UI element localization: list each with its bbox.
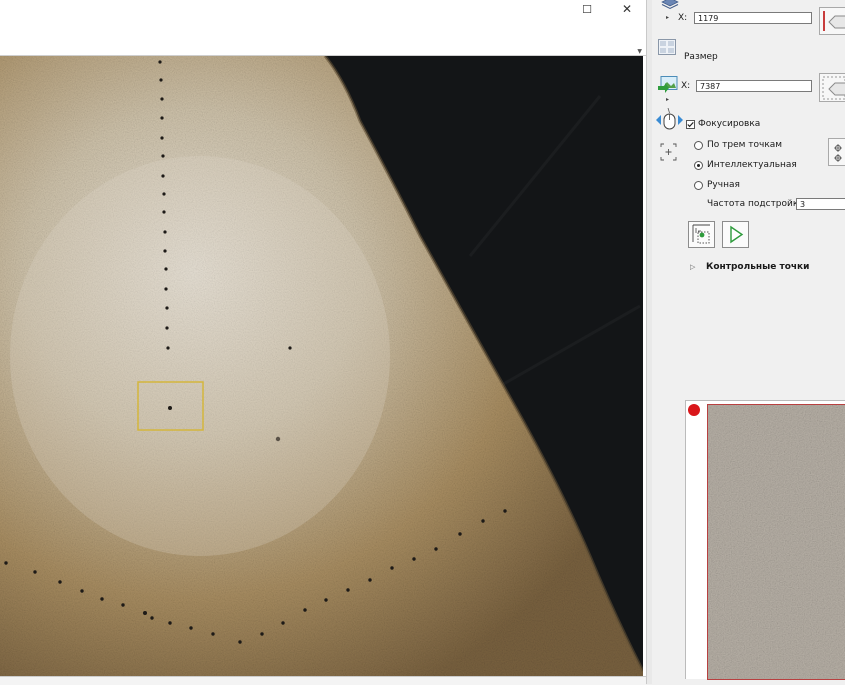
maximize-button[interactable]: ☐	[573, 0, 601, 18]
add-point-button[interactable]	[688, 221, 715, 248]
checkmark-icon	[687, 121, 694, 128]
size-grid-icon	[658, 39, 676, 55]
status-indicator-icon	[688, 404, 700, 416]
frequency-label: Частота подстройки:	[707, 199, 808, 209]
add-point-icon	[692, 224, 710, 244]
size-label: Размер	[684, 52, 718, 62]
sample-image-view[interactable]	[0, 56, 643, 676]
radio-intelligent[interactable]	[694, 161, 703, 170]
radio-manual[interactable]	[694, 181, 703, 190]
crosshair-points-icon	[834, 144, 842, 162]
main-window: ☐ ✕ ▼	[0, 0, 646, 685]
control-points-label[interactable]: Контрольные точки	[706, 262, 809, 272]
arrow-right-icon[interactable]	[677, 109, 685, 129]
focus-points-button[interactable]	[828, 138, 845, 166]
mouse-icon	[662, 107, 677, 130]
radio-three-points[interactable]	[694, 141, 703, 150]
focus-checkbox[interactable]	[686, 120, 695, 129]
option-intelligent-label: Интеллектуальная	[707, 160, 797, 170]
toolbar-area: ▼	[0, 18, 646, 56]
title-bar: ☐ ✕	[0, 0, 646, 18]
option-manual-label: Ручная	[707, 180, 740, 190]
set-position-button[interactable]	[819, 7, 845, 35]
layers-icon	[661, 0, 679, 12]
expand-marker-icon: ▸	[666, 96, 670, 103]
close-icon: ✕	[621, 2, 633, 16]
sample-image	[0, 56, 643, 676]
image-export-icon	[658, 76, 678, 93]
control-points-expander-icon[interactable]: ▷	[690, 263, 695, 271]
toolbar-overflow-icon[interactable]: ▼	[637, 48, 642, 55]
maximize-icon: ☐	[582, 2, 592, 16]
eraser-icon	[823, 11, 845, 31]
preview-panel	[685, 400, 845, 680]
preview-image[interactable]	[707, 404, 845, 680]
focus-label: Фокусировка	[698, 119, 761, 129]
close-button[interactable]: ✕	[613, 0, 641, 18]
arrow-left-icon[interactable]	[654, 109, 662, 129]
position-x-label: X:	[678, 13, 688, 23]
eraser-icon	[822, 76, 845, 100]
expand-marker-icon: ▸	[666, 14, 670, 21]
scan-x-label: X:	[681, 81, 691, 91]
settings-panel: ▸ X: 1179 Размер ▸ X: 7387 Фокусировка П…	[652, 0, 845, 684]
set-scan-button[interactable]	[819, 73, 845, 102]
play-icon	[730, 225, 744, 244]
run-button[interactable]	[722, 221, 749, 248]
frequency-field[interactable]: 3	[796, 198, 845, 210]
scan-x-field[interactable]: 7387	[696, 80, 812, 92]
focus-frame-icon	[660, 143, 677, 161]
position-x-field[interactable]: 1179	[694, 12, 812, 24]
option-three-points-label: По трем точкам	[707, 140, 783, 150]
